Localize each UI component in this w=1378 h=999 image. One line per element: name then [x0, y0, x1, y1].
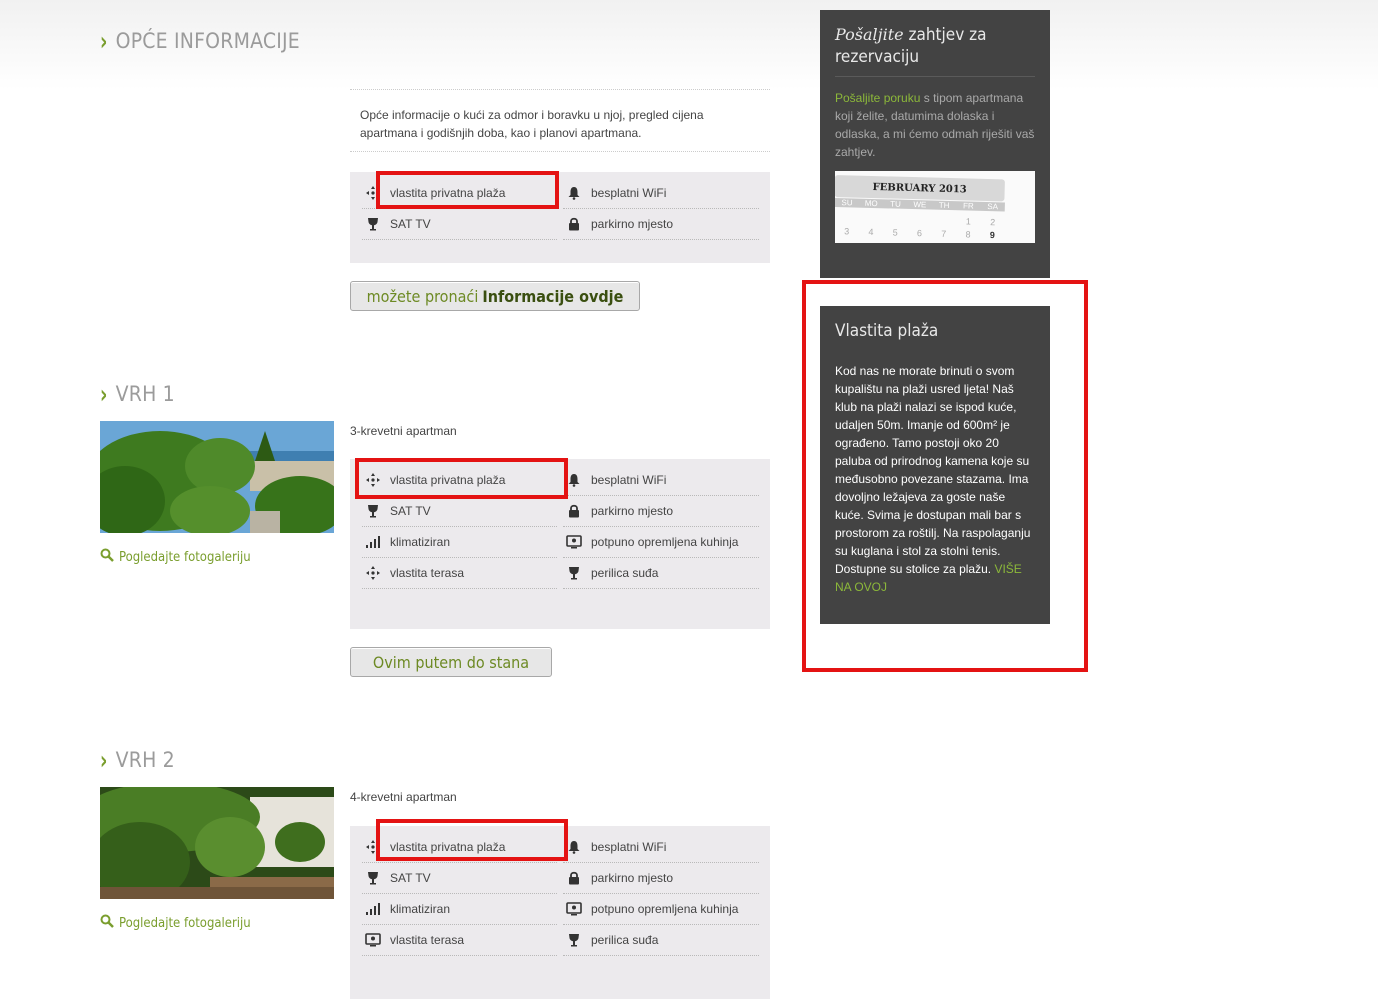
vrh2-amenities: vlastita privatna plaža besplatni WiFi S… [350, 826, 770, 999]
vrh1-type: 3-krevetni apartman [350, 424, 457, 438]
section-title-general: › OPĆE INFORMACIJE [100, 25, 300, 56]
monitor-icon [565, 900, 583, 918]
amenity-sat-tv: SAT TV [362, 863, 557, 894]
move-arrows-icon [364, 471, 382, 489]
reservation-text: Pošaljite poruku s tipom apartmana koji … [835, 91, 1035, 159]
reservation-panel: Pošaljite zahtjev za rezervaciju Pošalji… [820, 10, 1050, 278]
amenity-wifi: besplatni WiFi [563, 465, 759, 496]
reservation-title: Pošaljite zahtjev za rezervaciju [835, 24, 1035, 77]
amenity-terrace: vlastita terasa [362, 558, 557, 589]
apartment-link-button[interactable]: Ovim putem do stana [350, 647, 552, 677]
wine-glass-icon [364, 502, 382, 520]
move-arrows-icon [364, 838, 382, 856]
section-title-vrh2: › VRH 2 [100, 744, 175, 775]
chevron-right-icon: › [100, 744, 108, 776]
vrh1-amenities: vlastita privatna plaža besplatni WiFi S… [350, 459, 770, 629]
chevron-right-icon: › [100, 25, 108, 57]
amenity-kitchen: potpuno opremljena kuhinja [563, 894, 759, 925]
section-title-text: VRH 1 [115, 382, 175, 406]
bell-icon [565, 471, 583, 489]
chevron-right-icon: › [100, 378, 108, 410]
wine-glass-icon [364, 869, 382, 887]
beach-title: Vlastita plaža [835, 321, 939, 341]
bell-icon [565, 838, 583, 856]
amenity-air-conditioning: klimatiziran [362, 894, 557, 925]
vrh2-gallery-link[interactable]: Pogledajte fotogaleriju [100, 914, 251, 932]
general-description-text: Opće informacije o kući za odmor i borav… [360, 108, 704, 140]
beach-text: Kod nas ne morate brinuti o svom kupališ… [835, 364, 1031, 594]
calendar-image[interactable]: FEBRUARY 2013 SU MO TU WE TH FR SA 1 2 3… [835, 171, 1035, 243]
general-amenities: vlastita privatna plaža besplatni WiFi S… [350, 172, 770, 263]
amenity-dishwasher: perilica suđa [563, 558, 759, 589]
section-title-vrh1: › VRH 1 [100, 378, 175, 409]
amenity-private-beach: vlastita privatna plaža [362, 832, 557, 863]
wine-glass-icon [565, 931, 583, 949]
vrh2-photo[interactable] [100, 787, 334, 899]
amenity-private-beach: vlastita privatna plaža [362, 178, 557, 209]
lock-icon [565, 502, 583, 520]
magnifier-icon [100, 548, 114, 566]
monitor-icon [364, 931, 382, 949]
signal-bars-icon [364, 900, 382, 918]
monitor-icon [565, 533, 583, 551]
amenity-sat-tv: SAT TV [362, 209, 557, 240]
signal-bars-icon [364, 533, 382, 551]
send-message-link[interactable]: Pošaljite poruku [835, 91, 920, 105]
calendar-header: FEBRUARY 2013 [835, 175, 1005, 202]
wine-glass-icon [565, 564, 583, 582]
section-title-text: VRH 2 [115, 748, 175, 772]
lock-icon [565, 869, 583, 887]
vrh1-photo[interactable] [100, 421, 334, 533]
move-arrows-icon [364, 184, 382, 202]
amenity-wifi: besplatni WiFi [563, 832, 759, 863]
info-button[interactable]: možete pronaći Informacije ovdje [350, 281, 640, 311]
magnifier-icon [100, 914, 114, 932]
amenity-terrace: vlastita terasa [362, 925, 557, 956]
general-description: Opće informacije o kući za odmor i borav… [350, 89, 770, 152]
amenity-dishwasher: perilica suđa [563, 925, 759, 956]
amenity-parking: parkirno mjesto [563, 496, 759, 527]
vrh2-type: 4-krevetni apartman [350, 790, 457, 804]
amenity-air-conditioning: klimatiziran [362, 527, 557, 558]
amenity-sat-tv: SAT TV [362, 496, 557, 527]
move-arrows-icon [364, 564, 382, 582]
amenity-private-beach: vlastita privatna plaža [362, 465, 557, 496]
lock-icon [565, 215, 583, 233]
beach-panel: Vlastita plaža Kod nas ne morate brinuti… [820, 306, 1050, 624]
amenity-kitchen: potpuno opremljena kuhinja [563, 527, 759, 558]
vrh1-gallery-link[interactable]: Pogledajte fotogaleriju [100, 548, 251, 566]
wine-glass-icon [364, 215, 382, 233]
amenity-parking: parkirno mjesto [563, 863, 759, 894]
bell-icon [565, 184, 583, 202]
calendar-grid: 1 2 3 4 5 6 7 8 9 [844, 216, 996, 241]
amenity-wifi: besplatni WiFi [563, 178, 759, 209]
amenity-parking: parkirno mjesto [563, 209, 759, 240]
section-title-text: OPĆE INFORMACIJE [115, 29, 300, 53]
